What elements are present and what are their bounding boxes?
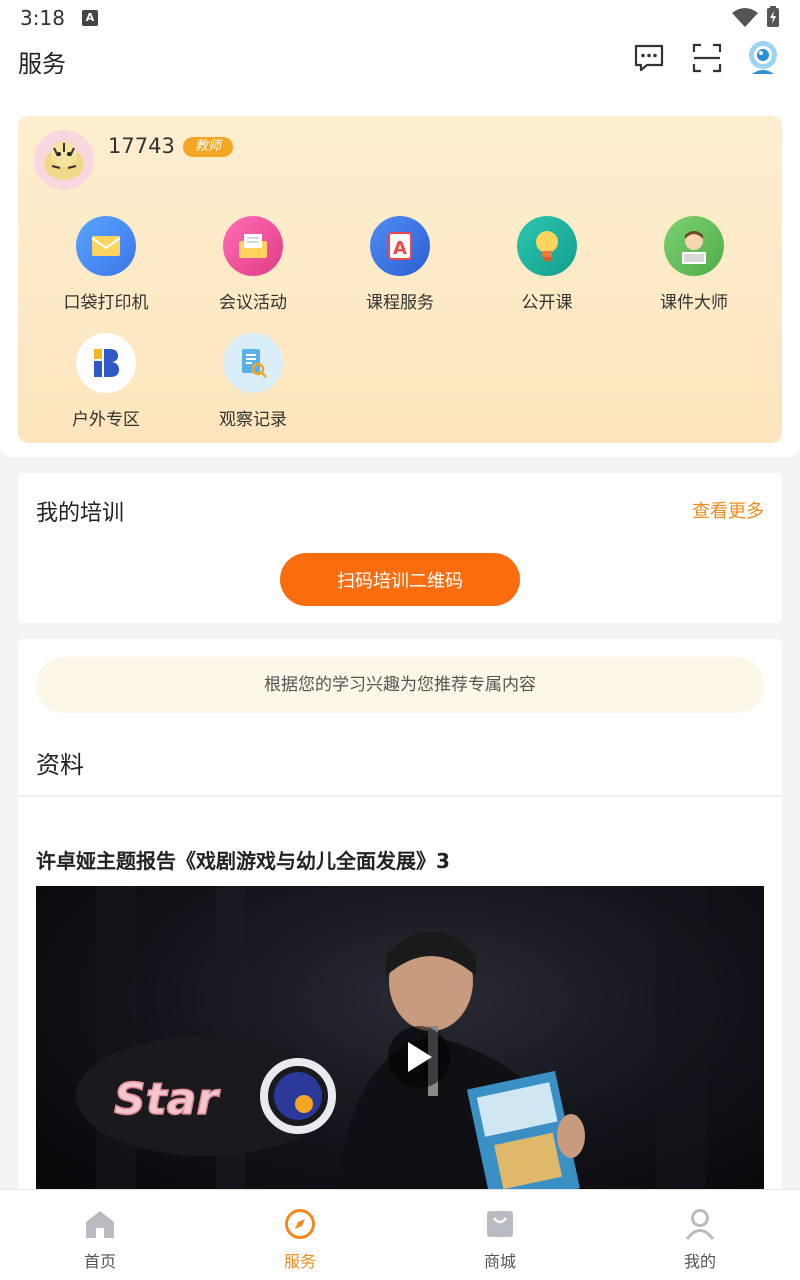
service-courseware[interactable]: 课件大师 [624, 216, 764, 326]
service-open-class[interactable]: 公开课 [477, 216, 617, 326]
service-label: 课程服务 [366, 293, 434, 313]
service-outdoor[interactable]: 户外专区 [36, 333, 176, 443]
role-badge: 教师 [183, 137, 234, 157]
recommend-card: 根据您的学习兴趣为您推荐专属内容 资料 许卓娅主题报告《戏剧游戏与幼儿全面发展》… [18, 639, 782, 1199]
view-more-link[interactable]: 查看更多 [692, 497, 764, 523]
svg-text:Star: Star [114, 1074, 220, 1125]
service-pocket-printer[interactable]: 口袋打印机 [36, 216, 176, 326]
wifi-icon [732, 8, 758, 27]
lightbulb-icon [517, 216, 577, 276]
video-thumbnail[interactable]: Star [36, 886, 764, 1199]
service-label: 口袋打印机 [63, 293, 149, 313]
training-card: 我的培训 查看更多 扫码培训二维码 [18, 473, 782, 623]
service-label: 观察记录 [219, 410, 287, 430]
message-icon [634, 44, 664, 72]
course-book-icon: A [370, 216, 430, 276]
battery-icon [767, 6, 779, 27]
observation-doc-icon [223, 333, 283, 393]
compass-icon [282, 1206, 318, 1242]
top-panel: 17743 教师 口袋打印机 会议活动 A 课程服务 公开课 课件大师 户外专区… [0, 100, 800, 457]
shop-bag-icon [482, 1206, 518, 1242]
video-title[interactable]: 许卓娅主题报告《戏剧游戏与幼儿全面发展》3 [36, 845, 450, 874]
teacher-avatar-icon [664, 216, 724, 276]
service-course[interactable]: A 课程服务 [330, 216, 470, 326]
recommend-banner: 根据您的学习兴趣为您推荐专属内容 [36, 657, 764, 713]
service-label: 公开课 [521, 293, 573, 313]
nav-label: 我的 [683, 1252, 716, 1271]
printer-envelope-icon [76, 216, 136, 276]
page-title: 服务 [18, 50, 66, 78]
bottom-nav: 首页 服务 商城 我的 [0, 1189, 800, 1280]
meeting-envelope-icon [223, 216, 283, 276]
webcam-icon [749, 41, 777, 74]
play-button[interactable] [388, 1026, 450, 1088]
scan-training-qr-button[interactable]: 扫码培训二维码 [280, 553, 520, 606]
app-header: 服务 [0, 36, 800, 100]
tiger-avatar-icon [44, 141, 84, 180]
message-button[interactable] [631, 40, 667, 76]
training-title: 我的培训 [36, 501, 125, 526]
scan-button[interactable] [689, 40, 725, 76]
notification-icon: A [82, 10, 98, 26]
nav-service[interactable]: 服务 [200, 1190, 400, 1280]
play-icon [408, 1042, 432, 1072]
nav-home[interactable]: 首页 [0, 1190, 200, 1280]
service-label: 课件大师 [660, 293, 728, 313]
user-icon [682, 1206, 718, 1242]
status-time: 3:18 [20, 6, 65, 30]
avatar[interactable] [34, 130, 94, 190]
nav-label: 商城 [483, 1252, 516, 1271]
nav-label: 首页 [83, 1252, 116, 1271]
status-bar: 3:18 A [0, 0, 800, 36]
service-observation[interactable]: 观察记录 [183, 333, 323, 443]
nav-mine[interactable]: 我的 [600, 1190, 800, 1280]
section-title: 资料 [36, 751, 84, 779]
nav-label: 服务 [283, 1252, 316, 1271]
service-label: 会议活动 [219, 293, 287, 313]
nav-shop[interactable]: 商城 [400, 1190, 600, 1280]
profile-card: 17743 教师 口袋打印机 会议活动 A 课程服务 公开课 课件大师 户外专区… [18, 116, 782, 443]
svg-text:A: A [393, 238, 407, 259]
scan-icon [692, 43, 722, 73]
service-meeting[interactable]: 会议活动 [183, 216, 323, 326]
outdoor-logo-icon [76, 333, 136, 393]
service-label: 户外专区 [72, 410, 140, 430]
divider [18, 795, 782, 797]
camera-button[interactable] [745, 40, 781, 76]
home-icon [82, 1206, 118, 1242]
username: 17743 [108, 134, 175, 158]
